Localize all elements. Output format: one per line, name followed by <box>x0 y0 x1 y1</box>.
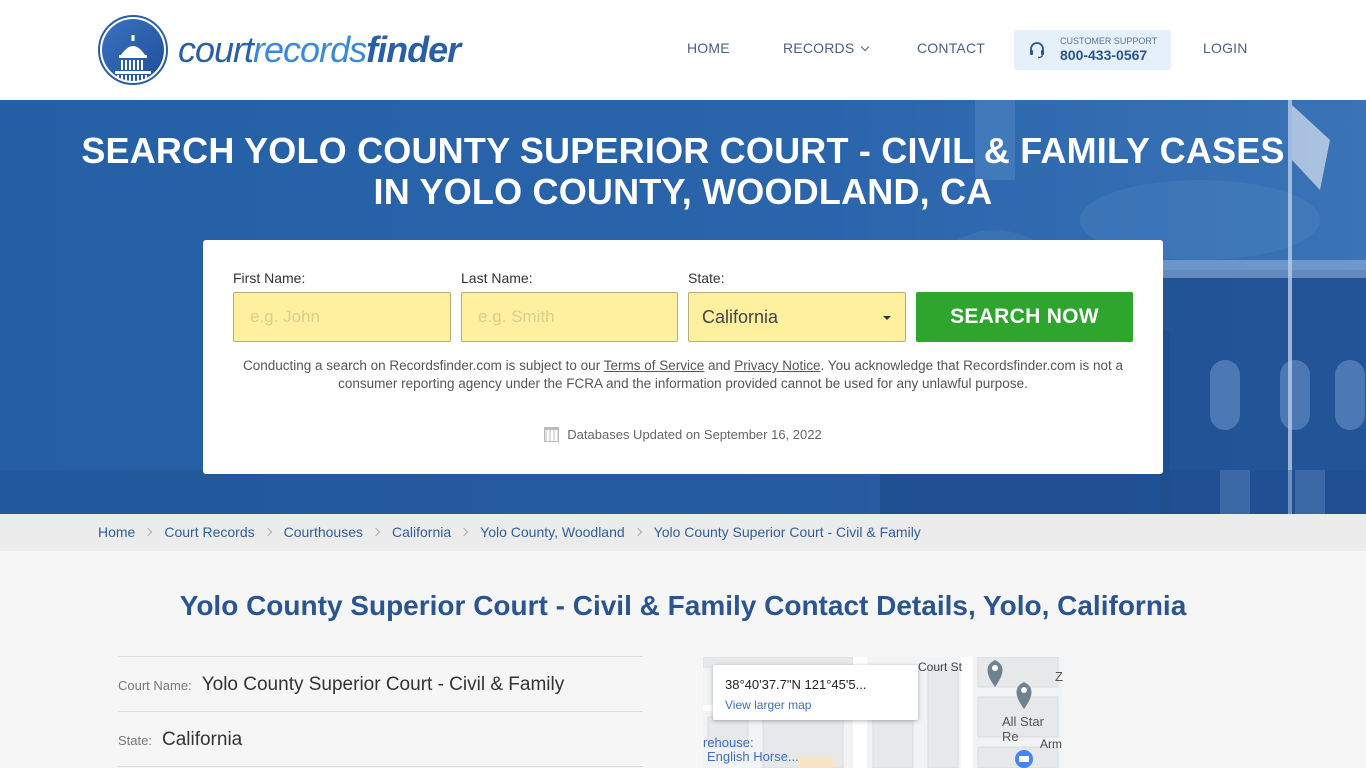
nav-login[interactable]: LOGIN <box>1203 40 1248 56</box>
terms-of-service-link[interactable]: Terms of Service <box>604 358 705 373</box>
breadcrumb-court-records[interactable]: Court Records <box>164 524 254 540</box>
shopping-pin-icon <box>1015 750 1033 768</box>
databases-updated-text: Databases Updated on September 16, 2022 <box>567 427 822 442</box>
chevron-right-icon <box>633 527 642 537</box>
state-label: State: <box>688 270 725 286</box>
site-header: courtrecordsfinder HOME RECORDS CONTACT … <box>0 0 1366 100</box>
caret-down-icon <box>883 316 891 320</box>
detail-row-court-name: Court Name: Yolo County Superior Court -… <box>118 656 643 711</box>
search-disclaimer: Conducting a search on Recordsfinder.com… <box>243 357 1123 393</box>
hero-title-line1: SEARCH YOLO COUNTY SUPERIOR COURT - CIVI… <box>81 130 1285 171</box>
map-coordinates: 38°40'37.7"N 121°45'5... <box>725 677 867 692</box>
headset-icon <box>1030 42 1044 59</box>
disclaimer-text-and: and <box>704 358 735 373</box>
search-form: First Name: Last Name: State: California… <box>203 240 1163 474</box>
page-title: Yolo County Superior Court - Civil & Fam… <box>179 590 1187 621</box>
breadcrumb: Home Court Records Courthouses Californi… <box>0 514 1366 551</box>
location-map[interactable]: Court St Z All Star Re Arm rehouse: Engl… <box>703 657 1063 768</box>
last-name-label: Last Name: <box>461 270 533 286</box>
nav-contact[interactable]: CONTACT <box>917 40 985 56</box>
support-label: CUSTOMER SUPPORT <box>1060 36 1158 46</box>
hero-banner: SEARCH YOLO COUNTY SUPERIOR COURT - CIVI… <box>0 100 1366 514</box>
first-name-input[interactable] <box>233 292 451 342</box>
calendar-icon <box>544 427 560 442</box>
customer-support-button[interactable]: CUSTOMER SUPPORT 800-433-0567 <box>1014 30 1171 70</box>
support-phone: 800-433-0567 <box>1060 47 1148 63</box>
map-place-label: Arm <box>1040 737 1062 751</box>
detail-value: Yolo County Superior Court - Civil & Fam… <box>201 674 565 695</box>
breadcrumb-california[interactable]: California <box>392 524 451 540</box>
hero-title-line2: IN YOLO COUNTY, WOODLAND, CA <box>373 171 993 212</box>
state-select[interactable]: California <box>688 292 906 342</box>
chevron-down-icon <box>861 42 870 52</box>
privacy-notice-link[interactable]: Privacy Notice <box>734 358 820 373</box>
map-info-popup: 38°40'37.7"N 121°45'5... View larger map <box>713 665 918 720</box>
search-now-button[interactable]: SEARCH NOW <box>916 292 1133 342</box>
disclaimer-text-1: Conducting a search on Recordsfinder.com… <box>243 358 604 373</box>
chevron-right-icon <box>144 527 153 537</box>
detail-label: State: <box>118 732 152 748</box>
detail-row-state: State: California <box>118 711 643 766</box>
detail-value: California <box>161 729 243 750</box>
nav-records-label: RECORDS <box>783 40 855 56</box>
map-street-label: Court St <box>918 660 963 674</box>
court-details: Court Name: Yolo County Superior Court -… <box>118 656 643 768</box>
state-select-value: California <box>702 306 779 327</box>
breadcrumb-home[interactable]: Home <box>98 524 135 540</box>
chevron-right-icon <box>459 527 469 537</box>
chevron-right-icon <box>371 527 381 537</box>
map-place-label: rehouse: <box>703 735 754 750</box>
chevron-right-icon <box>263 527 272 537</box>
databases-updated: Databases Updated on September 16, 2022 <box>203 427 1163 442</box>
breadcrumb-yolo-county[interactable]: Yolo County, Woodland <box>480 524 625 540</box>
nav-records[interactable]: RECORDS <box>783 40 870 56</box>
nav-home[interactable]: HOME <box>687 40 730 56</box>
breadcrumb-current-court[interactable]: Yolo County Superior Court - Civil & Fam… <box>654 524 921 540</box>
detail-label: Court Name: <box>118 677 192 693</box>
breadcrumb-courthouses[interactable]: Courthouses <box>284 524 363 540</box>
map-place-label: English Horse... <box>707 749 799 764</box>
view-larger-map-link[interactable]: View larger map <box>725 698 811 712</box>
map-place-label: Z <box>1055 669 1063 684</box>
last-name-input[interactable] <box>461 292 678 342</box>
hero-title: SEARCH YOLO COUNTY SUPERIOR COURT - CIVI… <box>0 130 1366 212</box>
first-name-label: First Name: <box>233 270 306 286</box>
main-nav: HOME RECORDS CONTACT CUSTOMER SUPPORT 80… <box>0 30 1366 70</box>
